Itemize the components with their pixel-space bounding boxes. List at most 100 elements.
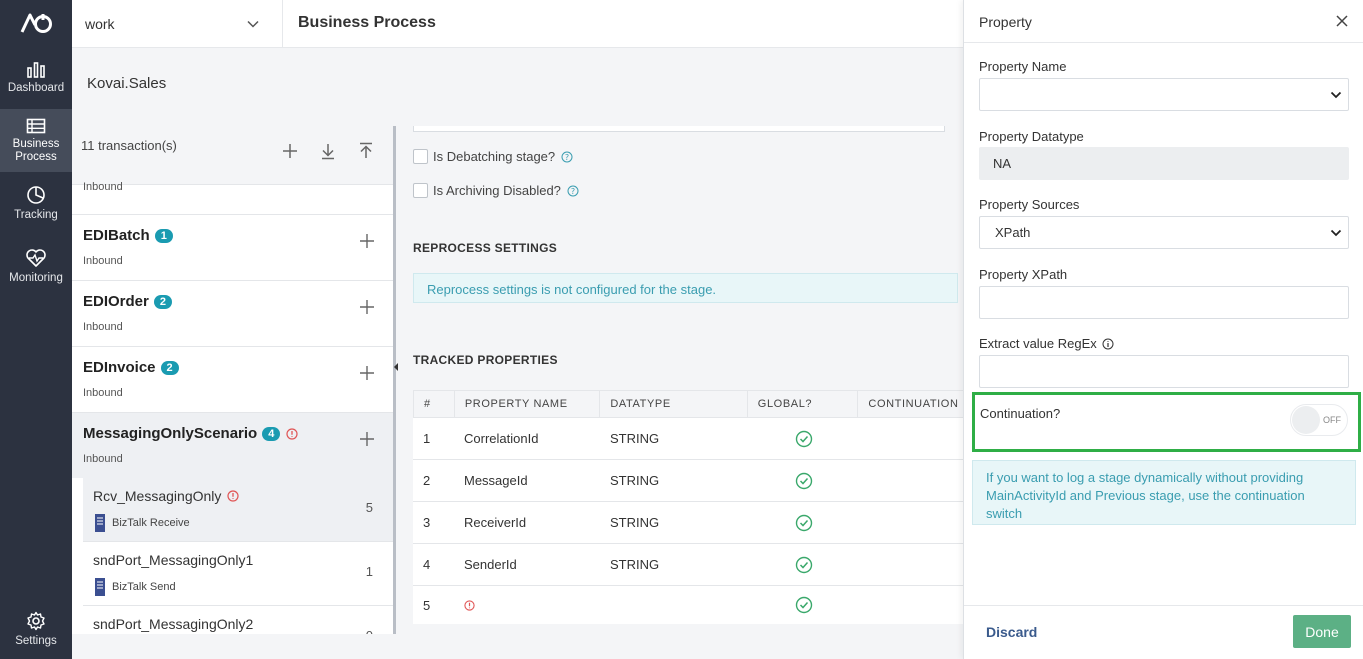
- debatching-checkbox[interactable]: [413, 149, 428, 164]
- stage-count-badge: 2: [153, 294, 172, 309]
- property-sources-select[interactable]: XPath: [979, 216, 1349, 249]
- table-row[interactable]: 1 CorrelationId STRING: [413, 418, 973, 460]
- property-datatype-value: NA: [993, 156, 1012, 171]
- help-icon[interactable]: ?: [561, 151, 573, 163]
- continuation-highlight: Continuation? OFF: [972, 392, 1361, 452]
- continuation-label: Continuation?: [980, 406, 1061, 421]
- tracked-properties-title: TRACKED PROPERTIES: [413, 353, 558, 367]
- column-header[interactable]: PROPERTY NAME: [455, 391, 601, 417]
- info-icon[interactable]: [1102, 338, 1114, 350]
- property-xpath-input[interactable]: [979, 286, 1349, 319]
- table-header: # PROPERTY NAME DATATYPE GLOBAL? CONTINU…: [413, 390, 973, 418]
- stage-item-sndport-messagingonly1[interactable]: sndPort_MessagingOnly1 BizTalk Send 1: [83, 542, 393, 606]
- nav-dashboard[interactable]: Dashboard: [0, 46, 72, 109]
- continuation-toggle[interactable]: OFF: [1290, 404, 1348, 436]
- transaction-group-direction: Inbound: [83, 255, 123, 267]
- property-datatype: [600, 586, 748, 624]
- download-icon[interactable]: [319, 142, 337, 160]
- column-header[interactable]: #: [414, 391, 455, 417]
- list-icon: [26, 118, 46, 133]
- transaction-group-name: EDIOrder 2: [83, 293, 172, 310]
- stage-name: sndPort_MessagingOnly2: [93, 616, 254, 632]
- property-datatype-label: Property Datatype: [979, 129, 1084, 144]
- help-icon[interactable]: ?: [567, 185, 579, 197]
- nav-settings[interactable]: Settings: [0, 611, 72, 647]
- transaction-group-direction: Inbound: [83, 321, 123, 333]
- check-circle-icon: [795, 472, 812, 489]
- nav-tracking[interactable]: Tracking: [0, 172, 72, 235]
- check-circle-icon: [795, 596, 812, 614]
- add-stage-icon[interactable]: [359, 365, 375, 381]
- property-name-select[interactable]: [979, 78, 1349, 111]
- gear-icon: [27, 611, 45, 631]
- heart-pulse-icon: [26, 249, 46, 267]
- row-number: 2: [423, 473, 431, 488]
- transaction-count: 11 transaction(s): [81, 138, 177, 153]
- global-cell: [748, 544, 859, 585]
- nav-monitoring[interactable]: Monitoring: [0, 235, 72, 298]
- add-stage-icon[interactable]: [359, 233, 375, 249]
- application-name: Kovai.Sales: [87, 75, 167, 92]
- check-circle-icon: [795, 514, 812, 531]
- discard-button[interactable]: Discard: [986, 624, 1037, 640]
- property-datatype: STRING: [610, 557, 660, 572]
- table-row[interactable]: 5: [413, 586, 973, 624]
- property-datatype-field: NA: [979, 147, 1349, 180]
- stage-count-badge: 2: [160, 360, 179, 375]
- workspace-select[interactable]: work: [72, 0, 283, 48]
- transaction-group-messagingonlyscenario[interactable]: MessagingOnlyScenario 4 Inbound: [72, 412, 393, 478]
- logo-icon: [20, 13, 52, 33]
- stage-type: BizTalk Send: [93, 577, 176, 597]
- column-header[interactable]: GLOBAL?: [748, 391, 859, 417]
- chevron-down-icon: [247, 20, 259, 28]
- transaction-list: 11 transaction(s) Inbound EDIBatch 1 Inbo…: [72, 126, 396, 634]
- table-row[interactable]: 4 SenderId STRING: [413, 544, 973, 586]
- transaction-group-ediorder[interactable]: EDIOrder 2 Inbound: [72, 280, 393, 346]
- tracked-properties-table: # PROPERTY NAME DATATYPE GLOBAL? CONTINU…: [413, 390, 973, 624]
- plus-icon[interactable]: [281, 142, 299, 160]
- transaction-list-header: 11 transaction(s) Inbound: [72, 126, 393, 193]
- table-row[interactable]: 3 ReceiverId STRING: [413, 502, 973, 544]
- transaction-group-edinvoice[interactable]: EDInvoice 2 Inbound: [72, 346, 393, 412]
- stage-type-text: BizTalk Send: [112, 581, 176, 593]
- debatching-label: Is Debatching stage?: [433, 149, 556, 164]
- global-cell: [748, 586, 859, 624]
- done-button[interactable]: Done: [1293, 615, 1351, 648]
- archiving-checkbox-row[interactable]: Is Archiving Disabled? ?: [413, 183, 579, 198]
- toggle-knob: [1292, 406, 1320, 434]
- stage-item-sndport-messagingonly2[interactable]: sndPort_MessagingOnly2 0: [83, 606, 393, 634]
- property-name: [454, 586, 600, 624]
- group-name-text: EDInvoice: [83, 359, 156, 376]
- column-header[interactable]: DATATYPE: [600, 391, 748, 417]
- transaction-group-edibatch[interactable]: EDIBatch 1 Inbound: [72, 214, 393, 280]
- row-number: 4: [423, 557, 431, 572]
- panel-title: Property: [979, 14, 1032, 30]
- upload-icon[interactable]: [357, 142, 375, 160]
- stage-item-rcv-messagingonly[interactable]: Rcv_MessagingOnly BizTalk Receive 5: [83, 478, 393, 542]
- archiving-checkbox[interactable]: [413, 183, 428, 198]
- table-row[interactable]: 2 MessageId STRING: [413, 460, 973, 502]
- panel-footer: Discard Done: [964, 605, 1363, 659]
- column-header[interactable]: CONTINUATION: [858, 391, 972, 417]
- transaction-group-direction: Inbound: [83, 453, 123, 465]
- app-logo[interactable]: [0, 0, 72, 46]
- debatching-checkbox-row[interactable]: Is Debatching stage? ?: [413, 149, 573, 164]
- stage-count: 1: [365, 564, 373, 579]
- add-stage-icon[interactable]: [359, 431, 375, 447]
- property-datatype: STRING: [610, 431, 660, 446]
- collapse-caret[interactable]: [394, 363, 398, 371]
- continuation-info: If you want to log a stage dynamically w…: [972, 460, 1356, 525]
- stage-count: 0: [366, 628, 373, 634]
- add-stage-icon[interactable]: [359, 299, 375, 315]
- row-number: 5: [423, 597, 431, 613]
- nav-business-process-label: Business Process: [12, 137, 60, 163]
- nav-monitoring-label: Monitoring: [9, 272, 63, 284]
- stage-name: Rcv_MessagingOnly: [93, 488, 239, 504]
- stage-detail: Is Debatching stage? ? Is Archiving Disa…: [400, 126, 973, 634]
- transaction-group-name: EDIBatch 1: [83, 227, 173, 244]
- regex-input[interactable]: [979, 355, 1349, 388]
- close-icon[interactable]: [1335, 14, 1349, 28]
- toggle-state: OFF: [1323, 415, 1341, 425]
- nav-business-process[interactable]: Business Process: [0, 109, 72, 172]
- stage-type-text: BizTalk Receive: [112, 517, 190, 529]
